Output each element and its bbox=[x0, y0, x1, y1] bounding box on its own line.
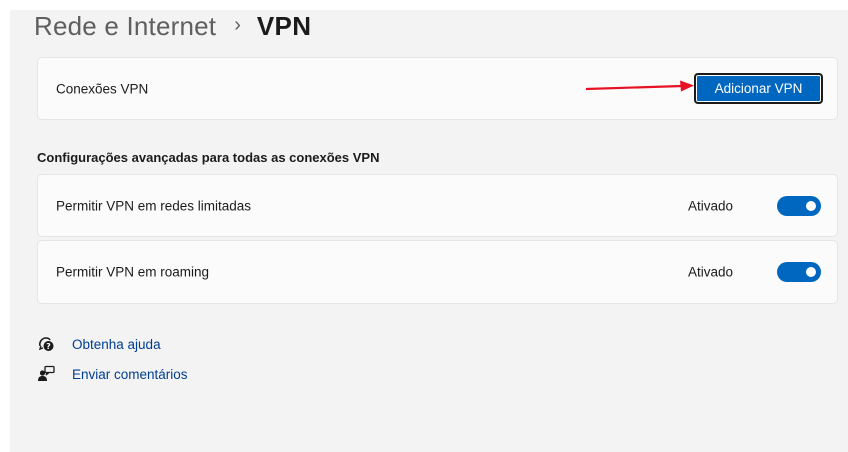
page-title: VPN bbox=[256, 10, 312, 41]
vpn-connections-label: Conexões VPN bbox=[56, 81, 149, 96]
limited-networks-toggle[interactable] bbox=[777, 195, 821, 216]
add-vpn-button[interactable]: Adicionar VPN bbox=[694, 73, 823, 104]
setting-label: Permitir VPN em roaming bbox=[56, 264, 210, 280]
feedback-link[interactable]: Enviar comentários bbox=[72, 367, 188, 382]
svg-text:?: ? bbox=[46, 342, 51, 351]
feedback-link-row[interactable]: Enviar comentários bbox=[37, 365, 188, 383]
help-link[interactable]: Obtenha ajuda bbox=[72, 337, 161, 352]
help-link-row[interactable]: ? Obtenha ajuda bbox=[37, 335, 161, 353]
toggle-knob bbox=[806, 200, 816, 211]
setting-row-limited-networks: Permitir VPN em redes limitadas Ativado bbox=[37, 174, 838, 237]
toggle-state-text: Ativado bbox=[688, 264, 734, 280]
setting-label: Permitir VPN em redes limitadas bbox=[56, 198, 252, 213]
annotation-arrow-icon bbox=[585, 80, 694, 92]
toggle-state-text: Ativado bbox=[688, 198, 734, 213]
setting-row-roaming: Permitir VPN em roaming Ativado bbox=[37, 240, 838, 304]
feedback-icon bbox=[37, 365, 55, 383]
breadcrumb-chevron-icon: › bbox=[234, 13, 241, 36]
vpn-connections-card: Conexões VPN Adicionar VPN bbox=[37, 57, 838, 120]
breadcrumb-parent-link[interactable]: Rede e Internet bbox=[34, 11, 216, 42]
roaming-toggle[interactable] bbox=[777, 262, 821, 282]
toggle-knob bbox=[806, 267, 816, 277]
breadcrumb: Rede e Internet › VPN bbox=[34, 11, 311, 41]
advanced-settings-heading: Configurações avançadas para todas as co… bbox=[37, 150, 380, 165]
help-icon: ? bbox=[37, 335, 55, 353]
